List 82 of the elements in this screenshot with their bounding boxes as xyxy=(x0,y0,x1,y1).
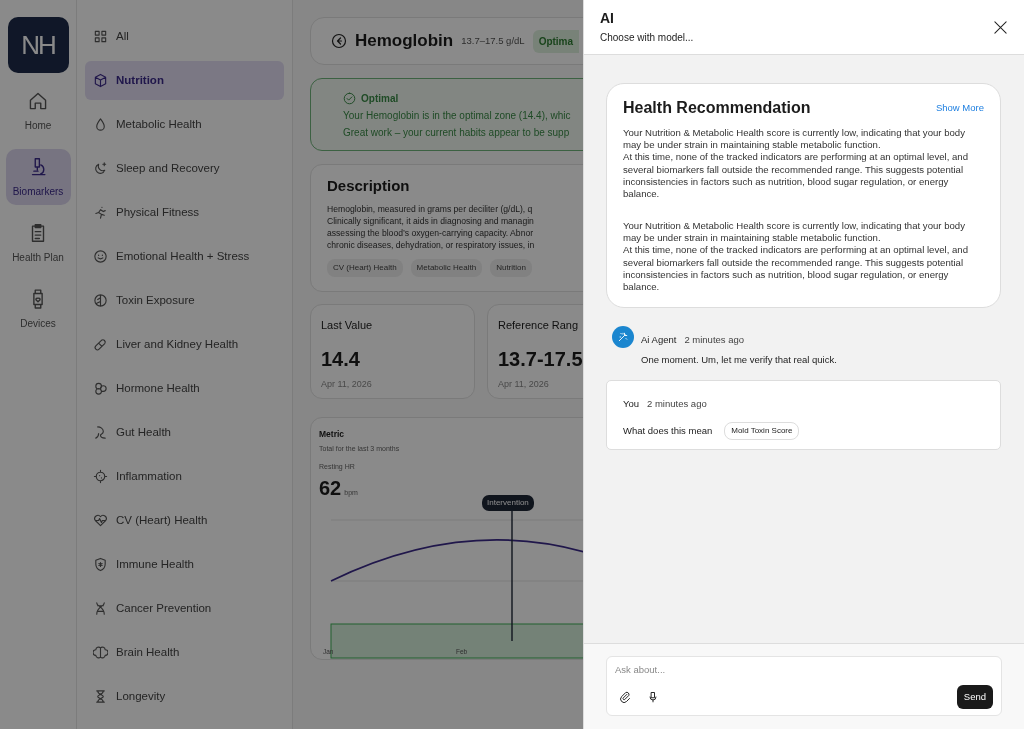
category-item[interactable]: Metabolic Health xyxy=(85,105,284,144)
status-badge: Optima xyxy=(532,29,580,53)
microphone-button[interactable] xyxy=(647,690,659,703)
recommendation-text: At this time, none of the tracked indicators are performing at an optimal level, and several biomarkers fall outside the recommended range. This suggests potential inconsistencies in factors such as nutrition, blood sugar regulation, or energy balance. xyxy=(623,244,970,294)
message-time: 2 minutes ago xyxy=(647,398,707,410)
category-item[interactable]: Sleep and Recovery xyxy=(85,149,284,188)
nav-item[interactable]: Health Plan xyxy=(5,215,71,271)
microphone-icon xyxy=(647,690,659,703)
message-text: One moment. Um, let me verify that real quick. xyxy=(641,353,837,368)
message-text: What does this mean xyxy=(623,424,713,439)
send-button[interactable]: Send xyxy=(956,684,993,709)
recommendation-title: Health Recommendation xyxy=(623,98,811,118)
category-item[interactable]: Brain Health xyxy=(85,633,284,672)
dna-icon xyxy=(93,601,108,616)
shield-icon xyxy=(93,557,108,572)
message-time: 2 minutes ago xyxy=(684,334,745,346)
moon-icon xyxy=(93,161,108,176)
stomach-icon xyxy=(93,425,108,440)
metric-title: Metric xyxy=(319,428,346,441)
tag: Nutrition xyxy=(490,259,532,278)
virus-icon xyxy=(93,469,108,484)
nav-item[interactable]: Biomarkers xyxy=(5,149,71,205)
category-item[interactable]: All xyxy=(85,17,284,56)
biomarker-title: Hemoglobin xyxy=(355,30,454,53)
paperclip-icon xyxy=(619,690,631,703)
running-person-icon xyxy=(93,205,108,220)
recommendation-text: Your Nutrition & Metabolic Health score is currently low, indicating that your body may be under strain in maintaining stable metabolic function. xyxy=(623,220,966,245)
tag: CV (Heart) Health xyxy=(327,259,403,278)
brain-icon xyxy=(93,645,108,660)
recommendation-text: At this time, none of the tracked indicators are performing at an optimal level, and several biomarkers fall outside the recommended range. This suggests potential inconsistencies in factors such as nutrition, blood sugar regulation, or energy balance. xyxy=(623,151,970,201)
description-title: Description xyxy=(327,177,411,195)
description-text: assessing the blood’s oxygen-carrying capacity. Abnor xyxy=(327,227,535,240)
category-item[interactable]: Nutrition xyxy=(85,61,284,100)
category-item[interactable]: Longevity xyxy=(85,677,284,716)
drop-icon xyxy=(93,117,108,132)
category-item[interactable]: Cancer Prevention xyxy=(85,589,284,628)
context-chip: Mold Toxin Score xyxy=(724,422,800,441)
app-logo: NH xyxy=(7,17,69,73)
category-item[interactable]: Toxin Exposure xyxy=(85,281,284,320)
close-icon xyxy=(993,20,1008,36)
leaf-icon xyxy=(93,293,108,308)
category-item[interactable]: Hormone Health xyxy=(85,369,284,408)
hourglass-icon xyxy=(93,689,108,704)
status-text: Your Hemoglobin is in the optimal zone (14.4), whic xyxy=(343,109,572,123)
recommendation-text: Your Nutrition & Metabolic Health score is currently low, indicating that your body may be under strain in maintaining stable metabolic function. xyxy=(623,127,966,152)
description-text: Hemoglobin, measured in grams per deciliter (g/dL), q xyxy=(327,203,534,216)
stat-value: 13.7-17.5 xyxy=(498,346,583,372)
grid-icon xyxy=(93,29,108,44)
stat-label: Last Value xyxy=(321,318,374,333)
status-text: Great work – your current habits appear to be supp xyxy=(343,126,571,140)
pill-icon xyxy=(93,337,108,352)
show-more-link[interactable]: Show More xyxy=(935,100,984,116)
intervention-label: Intervention xyxy=(482,495,534,511)
reference-range: 13.7–17.5 g/dL xyxy=(461,33,525,48)
heart-pulse-icon xyxy=(93,513,108,528)
category-item[interactable]: Emotional Health + Stress xyxy=(85,237,284,276)
back-icon xyxy=(331,33,347,49)
category-item[interactable]: Gut Health xyxy=(85,413,284,452)
cube-icon xyxy=(93,73,108,88)
attach-button[interactable] xyxy=(619,690,631,703)
category-item[interactable]: CV (Heart) Health xyxy=(85,501,284,540)
tag: Metabolic Health xyxy=(410,259,483,278)
model-picker[interactable]: Choose with model... xyxy=(600,30,694,46)
category-item[interactable]: Liver and Kidney Health xyxy=(85,325,284,364)
category-item[interactable]: Physical Fitness xyxy=(85,193,284,232)
stat-label: Reference Rang xyxy=(498,318,580,333)
nav-item[interactable]: Home xyxy=(5,83,71,139)
circles-icon xyxy=(93,381,108,396)
nav-item[interactable]: Devices xyxy=(5,281,71,337)
smile-icon xyxy=(93,249,108,264)
message-composer[interactable]: Ask about... Send xyxy=(606,656,1002,716)
description-text: Clinically significant, it aids in diagnosing and managin xyxy=(327,215,535,228)
category-item[interactable]: Immune Health xyxy=(85,545,284,584)
status-title: Optimal xyxy=(361,92,399,106)
description-text: chronic diseases, dehydration, or respiratory issues, in xyxy=(327,239,536,252)
magic-wand-icon xyxy=(617,331,629,344)
panel-title: AI xyxy=(600,11,615,27)
category-item[interactable]: Inflammation xyxy=(85,457,284,496)
stat-value: 14.4 xyxy=(321,346,361,372)
message-author: You xyxy=(623,398,640,410)
reading-value: 62 xyxy=(319,475,342,501)
message-author: Ai Agent xyxy=(641,334,677,346)
